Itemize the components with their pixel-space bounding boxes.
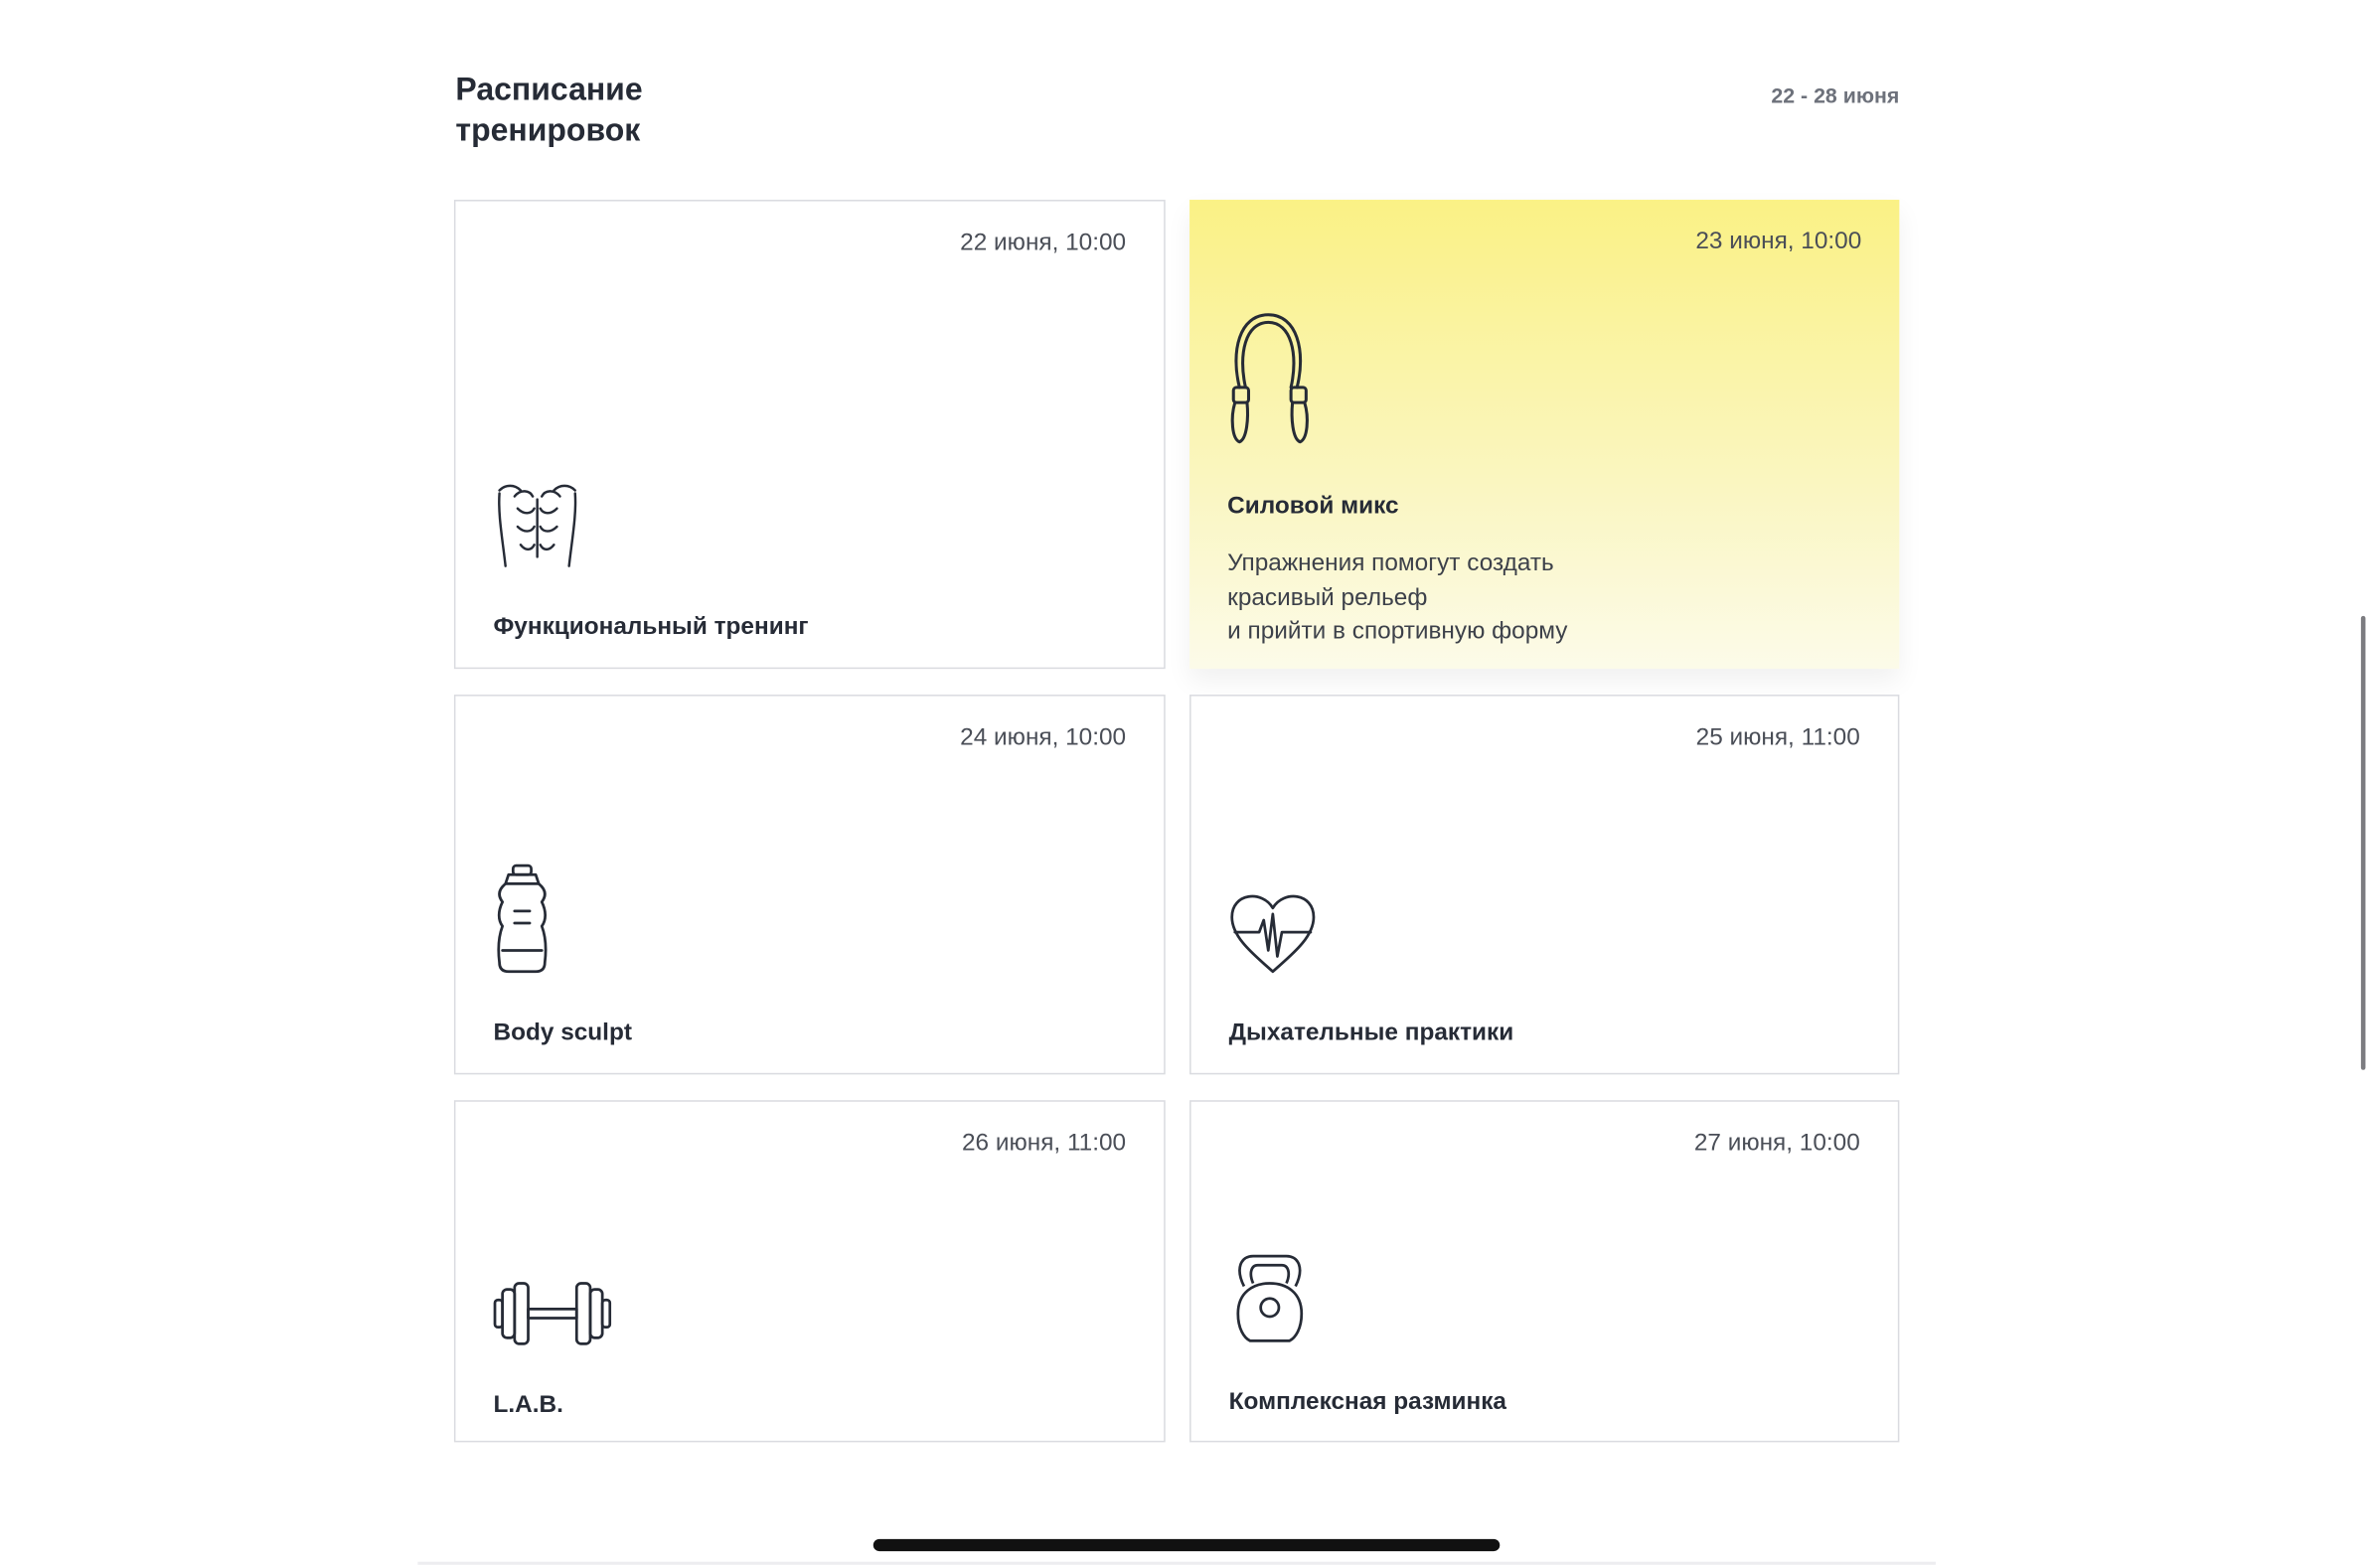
jump-rope-icon — [1227, 309, 1315, 448]
schedule-page: Расписание тренировок 22 - 28 июня 22 ию… — [0, 0, 2373, 1568]
workout-card-warmup[interactable]: 27 июня, 10:00 Комплексная разминка — [1189, 1100, 1900, 1443]
workout-name: L.A.B. — [493, 1392, 563, 1419]
workout-date: 23 июня, 10:00 — [1695, 228, 1862, 254]
workout-card-lab[interactable]: 26 июня, 11:00 L.A.B. — [453, 1100, 1166, 1443]
abs-icon — [493, 481, 580, 571]
page-title: Расписание тренировок — [455, 73, 643, 149]
heart-pulse-icon — [1229, 890, 1317, 975]
workout-description: Упражнения помогут создать красивый рель… — [1227, 550, 1568, 645]
home-indicator[interactable] — [872, 1538, 1501, 1552]
workout-card-body-sculpt[interactable]: 24 июня, 10:00 Body sculpt — [453, 695, 1166, 1075]
workout-date: 22 июня, 10:00 — [960, 230, 1127, 256]
workout-card-strength-mix[interactable]: 23 июня, 10:00 Силовой микс Упражнения п… — [1189, 200, 1900, 670]
workout-date: 27 июня, 10:00 — [1693, 1130, 1860, 1157]
workout-date: 24 июня, 10:00 — [960, 724, 1127, 751]
kettlebell-icon — [1229, 1253, 1311, 1343]
workout-name: Силовой микс — [1227, 493, 1399, 520]
divider — [417, 1561, 1936, 1565]
workout-name: Функциональный тренинг — [493, 614, 809, 641]
workout-date: 25 июня, 11:00 — [1695, 724, 1860, 751]
workout-date: 26 июня, 11:00 — [961, 1130, 1127, 1157]
dumbbell-icon — [493, 1280, 612, 1346]
workout-card-functional[interactable]: 22 июня, 10:00 Функциональный тренинг — [453, 200, 1166, 670]
workout-card-breathing[interactable]: 25 июня, 11:00 Дыхательные практики — [1189, 695, 1900, 1075]
scrollbar[interactable] — [2360, 615, 2366, 1070]
week-range[interactable]: 22 - 28 июня — [1664, 83, 1899, 107]
workout-name: Дыхательные практики — [1228, 1019, 1514, 1046]
workout-name: Body sculpt — [493, 1019, 632, 1046]
workout-name: Комплексная разминка — [1228, 1389, 1506, 1416]
water-bottle-icon — [493, 862, 551, 975]
